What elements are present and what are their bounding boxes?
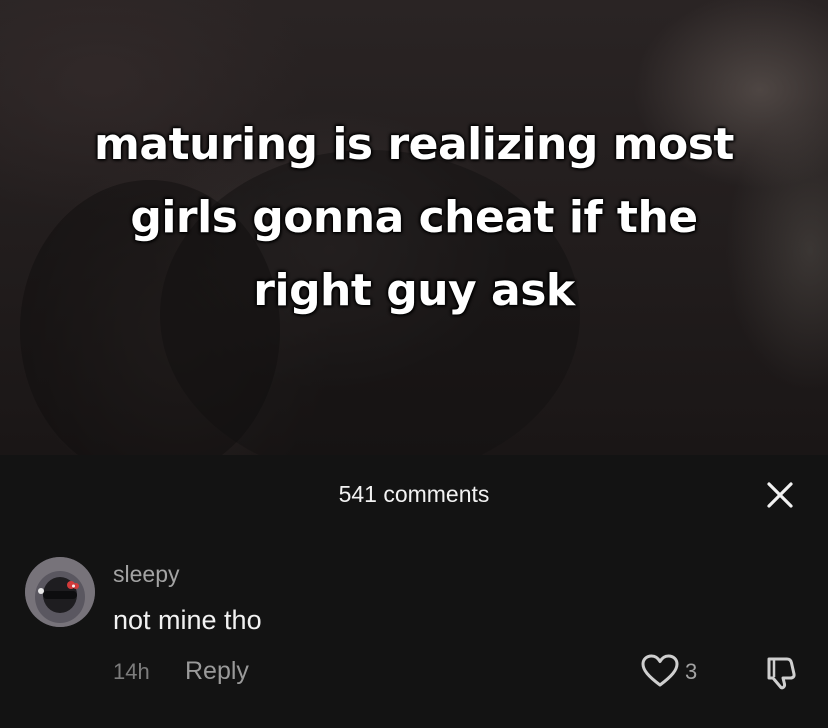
tiktok-comments-screen: maturing is realizing most girls gonna c…: [0, 0, 828, 728]
thumbs-down-icon: [767, 657, 796, 690]
reply-button[interactable]: Reply: [185, 657, 249, 686]
avatar-image: [25, 557, 95, 627]
close-button[interactable]: [760, 475, 800, 515]
dislike-button[interactable]: [760, 653, 800, 693]
comment-timestamp: 14h: [113, 659, 150, 684]
comment-username[interactable]: sleepy: [113, 561, 179, 588]
video-caption-line: maturing is realizing most: [94, 119, 734, 170]
video-player[interactable]: maturing is realizing most girls gonna c…: [0, 0, 828, 480]
video-caption: maturing is realizing most girls gonna c…: [0, 108, 828, 327]
like-button[interactable]: [640, 653, 680, 689]
comments-panel: 541 comments sleepy not mine tho 14h Rep…: [0, 455, 828, 728]
video-caption-line: girls gonna cheat if the: [130, 192, 698, 243]
comment-text: not mine tho: [113, 605, 262, 635]
close-icon: [767, 482, 793, 508]
video-caption-line: right guy ask: [253, 265, 575, 316]
comments-header: 541 comments: [0, 455, 828, 535]
comment-count: 541 comments: [338, 481, 490, 507]
like-count: 3: [685, 659, 698, 684]
avatar[interactable]: [25, 557, 95, 627]
heart-icon: [641, 654, 679, 687]
